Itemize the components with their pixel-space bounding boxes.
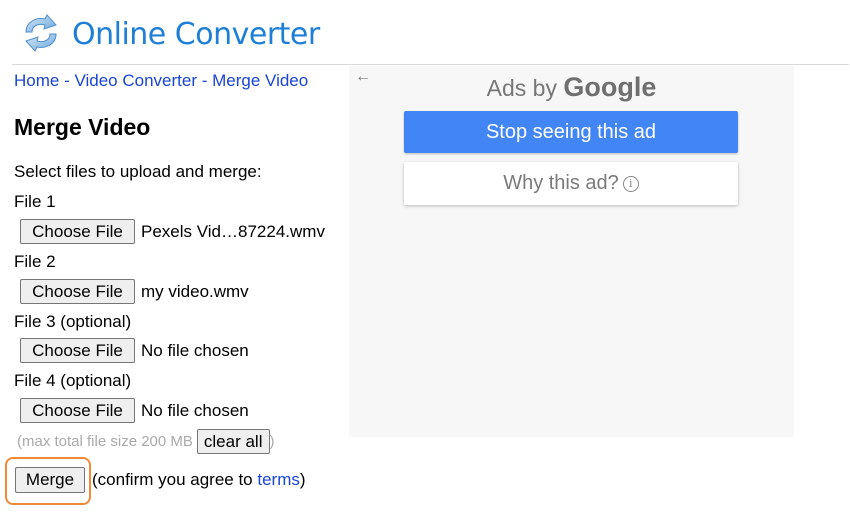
ads-by-google-label: Ads by Google	[349, 72, 794, 103]
close-paren: )	[269, 433, 275, 450]
file-2-choose-button[interactable]: Choose File	[20, 279, 135, 304]
breadcrumb-separator: -	[197, 71, 213, 90]
file-4-choose-button[interactable]: Choose File	[20, 398, 135, 423]
breadcrumb: Home - Video Converter - Merge Video	[14, 71, 308, 91]
site-title[interactable]: Online Converter	[72, 17, 320, 52]
terms-link[interactable]: terms	[257, 470, 300, 489]
file-3-input[interactable]: Choose File No file chosen	[20, 338, 249, 363]
confirm-text: (confirm you agree to	[92, 470, 258, 489]
file-1-label: File 1	[14, 192, 56, 211]
file-3-label: File 3 (optional)	[14, 312, 132, 331]
file-4-label: File 4 (optional)	[14, 371, 132, 390]
google-ad-panel: ← Ads by Google Stop seeing this ad Why …	[349, 66, 794, 437]
upload-instructions: Select files to upload and merge:	[14, 162, 262, 181]
clear-all-button[interactable]: clear all	[196, 429, 270, 454]
terms-confirmation: (confirm you agree to terms)	[92, 470, 306, 490]
why-this-ad-button[interactable]: Why this ad? i	[404, 162, 738, 205]
file-2-name: my video.wmv	[141, 281, 249, 301]
breadcrumb-separator: -	[59, 71, 75, 90]
why-this-ad-label: Why this ad?	[503, 172, 619, 194]
file-4-input[interactable]: Choose File No file chosen	[20, 398, 249, 423]
site-header: Online Converter	[0, 0, 850, 65]
file-1-choose-button[interactable]: Choose File	[20, 219, 135, 244]
file-3-choose-button[interactable]: Choose File	[20, 338, 135, 363]
breadcrumb-home[interactable]: Home	[14, 71, 59, 90]
page-title: Merge Video	[14, 114, 151, 140]
header-divider	[12, 64, 849, 65]
refresh-arrows-icon[interactable]	[20, 14, 62, 52]
file-size-note: (max total file size 200 MB clear all )	[17, 429, 275, 454]
file-2-label: File 2	[14, 252, 56, 271]
merge-button[interactable]: Merge	[15, 467, 85, 493]
confirm-close: )	[299, 470, 306, 489]
file-1-input[interactable]: Choose File Pexels Vid…87224.wmv	[20, 219, 325, 244]
google-logo-text: Google	[563, 72, 657, 102]
breadcrumb-video-converter[interactable]: Video Converter	[74, 71, 197, 90]
stop-seeing-ad-button[interactable]: Stop seeing this ad	[404, 111, 738, 153]
file-2-input[interactable]: Choose File my video.wmv	[20, 279, 249, 304]
max-size-text: (max total file size 200 MB	[17, 433, 193, 450]
file-4-name: No file chosen	[141, 400, 249, 420]
ads-by-text: Ads by	[486, 75, 557, 101]
file-1-name: Pexels Vid…87224.wmv	[141, 221, 325, 241]
file-3-name: No file chosen	[141, 340, 249, 360]
info-icon: i	[622, 176, 639, 192]
breadcrumb-merge-video[interactable]: Merge Video	[212, 71, 308, 90]
